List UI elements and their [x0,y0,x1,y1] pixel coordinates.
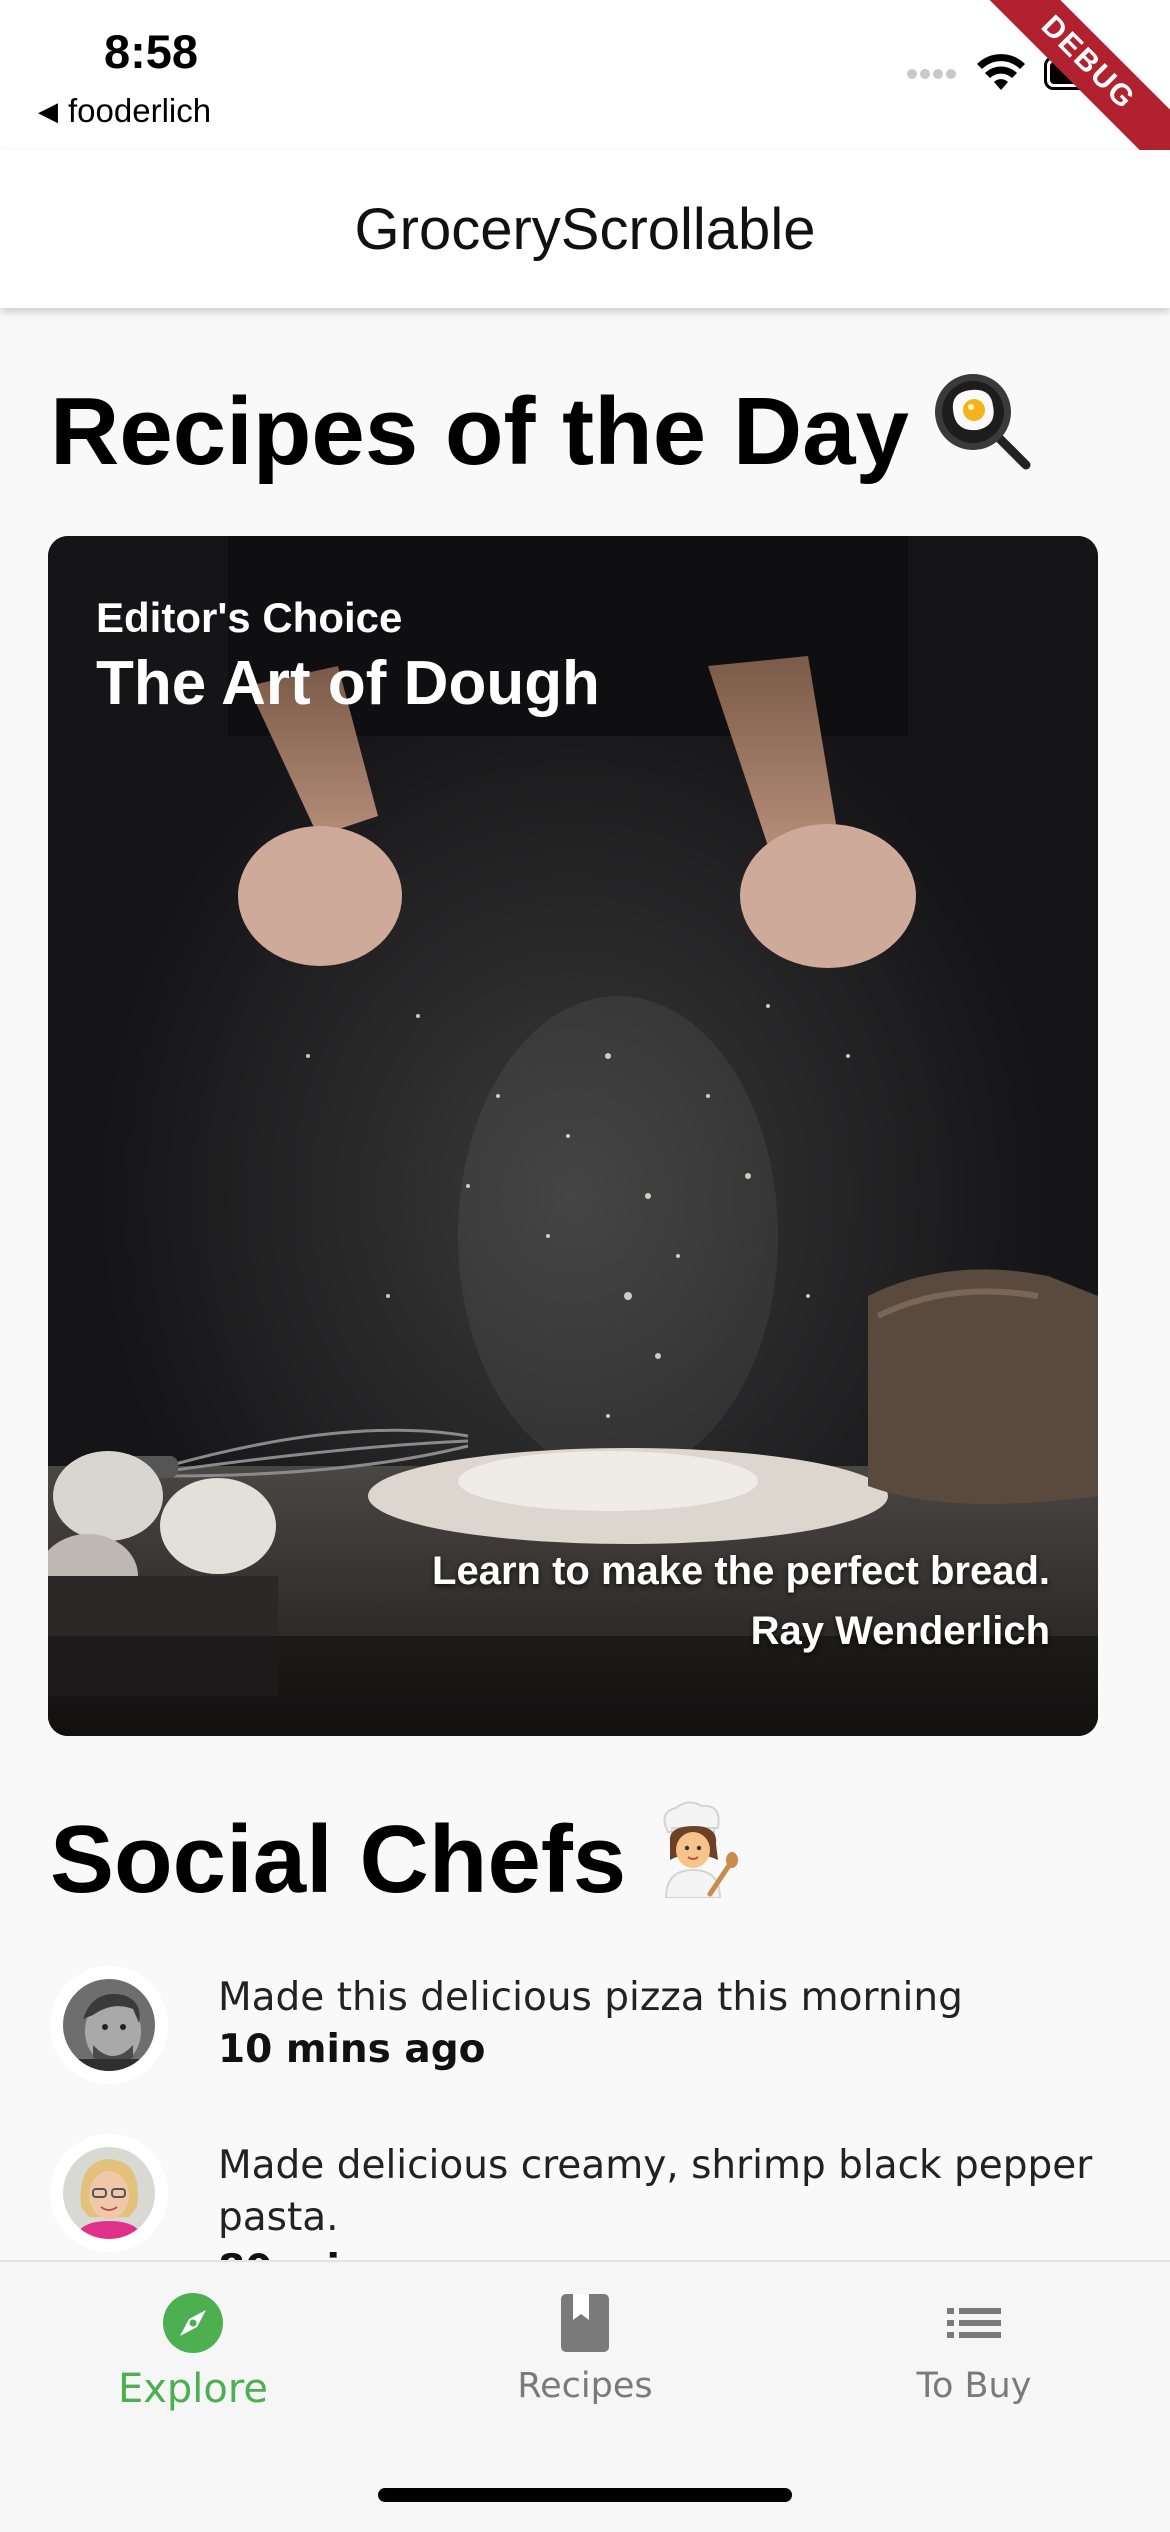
recipe-card-art-of-dough[interactable]: Editor's Choice The Art of Dough Learn t… [48,536,1098,1736]
recipe-card-title: The Art of Dough [96,649,600,718]
back-app-label: fooderlich [68,92,212,129]
social-chefs-title: Social Chefs [50,1805,627,1913]
recipes-of-the-day-title: Recipes of the Day [50,377,909,485]
back-to-app-link[interactable]: ◀ fooderlich [38,92,211,130]
cellular-signal-icon [906,66,958,85]
app-bar: GroceryScrollable [0,150,1170,308]
chef-post-comment: Made this delicious pizza this morning [218,1975,963,2020]
list-icon [945,2292,1003,2358]
frying-pan-egg-icon [931,370,1031,493]
back-triangle-icon: ◀ [38,95,58,126]
app-bar-title: GroceryScrollable [354,196,816,262]
recipe-card-category: Editor's Choice [96,594,403,641]
tab-to-buy-label: To Buy [916,2366,1032,2406]
tab-recipes[interactable]: Recipes [435,2292,735,2406]
recipe-card-footer: Learn to make the perfect bread. Ray Wen… [432,1541,1050,1661]
tab-explore-label: Explore [117,2366,269,2412]
chef-avatar-image [63,1979,155,2071]
recipe-card-description: Learn to make the perfect bread. [432,1549,1050,1593]
status-time: 8:58 [104,25,199,78]
tab-recipes-label: Recipes [517,2366,653,2406]
chef-post-comment: Made delicious creamy, shrimp black pepp… [218,2143,1093,2240]
social-chefs-heading: Social Chefs [50,1798,739,1921]
explore-compass-icon [162,2292,224,2358]
chef-post-row[interactable]: Made this delicious pizza this morning 1… [50,1966,1130,2084]
status-bar: 8:58 ◀ fooderlich DEBUG [0,0,1170,201]
avatar [50,1966,168,2084]
chef-post-time: 80 mins ago [218,2244,1098,2260]
avatar [50,2134,168,2252]
tab-explore[interactable]: Explore [43,2292,343,2412]
chef-post-time: 10 mins ago [218,2027,486,2072]
chef-post-content: Made this delicious pizza this morning 1… [218,1966,1098,2084]
recipe-card-chef: Ray Wenderlich [750,1609,1050,1653]
chef-post-row[interactable]: Made delicious creamy, shrimp black pepp… [50,2134,1130,2260]
woman-cook-icon [648,1798,739,1921]
tab-to-buy[interactable]: To Buy [824,2292,1124,2406]
recipes-of-the-day-heading: Recipes of the Day [50,370,1031,493]
explore-scroll-view[interactable]: Recipes of the Day Editor's Choice The A… [0,308,1170,2260]
book-icon [559,2292,611,2358]
home-indicator[interactable] [378,2488,792,2502]
wifi-icon [976,54,1026,96]
chef-avatar-image [63,2147,155,2239]
chef-post-content: Made delicious creamy, shrimp black pepp… [218,2134,1098,2260]
